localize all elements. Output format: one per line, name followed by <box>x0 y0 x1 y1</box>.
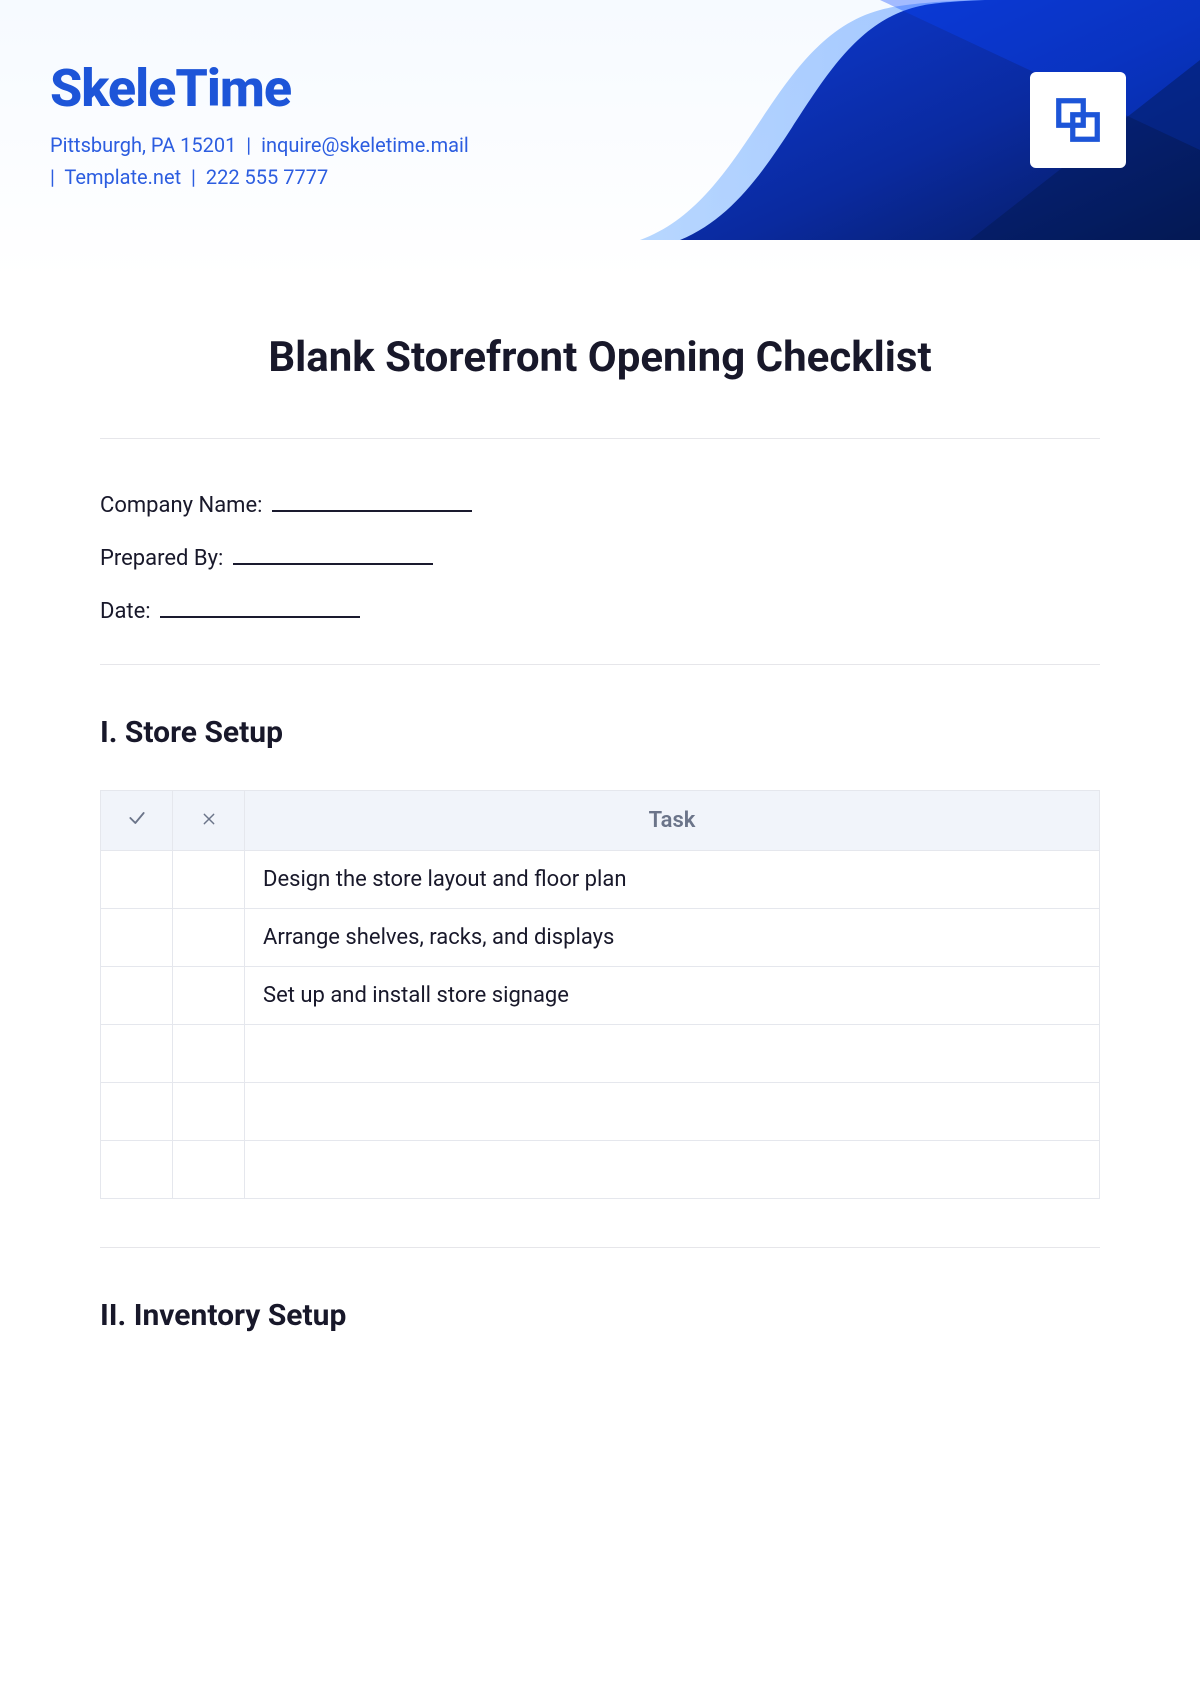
cross-icon <box>201 811 217 827</box>
table-row: Arrange shelves, racks, and displays <box>101 909 1100 967</box>
cross-cell[interactable] <box>173 1141 245 1199</box>
column-header-check <box>101 791 173 851</box>
prepared-by-input-line[interactable] <box>233 542 433 565</box>
cross-cell[interactable] <box>173 1025 245 1083</box>
brand-phone: 222 555 7777 <box>206 165 328 189</box>
divider <box>100 1247 1100 1248</box>
table-row <box>101 1025 1100 1083</box>
column-header-cross <box>173 791 245 851</box>
brand-address: Pittsburgh, PA 15201 <box>50 133 236 157</box>
table-header-row: Task <box>101 791 1100 851</box>
column-header-task: Task <box>245 791 1100 851</box>
check-cell[interactable] <box>101 1083 173 1141</box>
date-input-line[interactable] <box>160 595 360 618</box>
check-cell[interactable] <box>101 1025 173 1083</box>
table-row <box>101 1141 1100 1199</box>
brand-site: Template.net <box>64 165 181 189</box>
task-cell <box>245 1025 1100 1083</box>
table-row: Set up and install store signage <box>101 967 1100 1025</box>
field-date: Date: <box>100 595 1100 624</box>
document-title: Blank Storefront Opening Checklist <box>100 333 1100 382</box>
table-row: Design the store layout and floor plan <box>101 851 1100 909</box>
prepared-by-label: Prepared By: <box>100 546 223 571</box>
task-cell: Arrange shelves, racks, and displays <box>245 909 1100 967</box>
check-cell[interactable] <box>101 851 173 909</box>
cross-cell[interactable] <box>173 1083 245 1141</box>
brand-name: SkeleTime <box>50 60 1150 117</box>
divider <box>100 664 1100 665</box>
brand-logo-badge <box>1030 72 1126 168</box>
section-heading-inventory-setup: II. Inventory Setup <box>100 1298 1100 1333</box>
company-name-input-line[interactable] <box>272 489 472 512</box>
task-cell <box>245 1141 1100 1199</box>
form-fields: Company Name: Prepared By: Date: <box>100 489 1100 624</box>
brand-email: inquire@skeletime.mail <box>261 133 469 157</box>
brand-contact-line: Pittsburgh, PA 15201 | inquire@skeletime… <box>50 129 570 193</box>
check-cell[interactable] <box>101 967 173 1025</box>
divider <box>100 438 1100 439</box>
task-cell: Set up and install store signage <box>245 967 1100 1025</box>
cross-cell[interactable] <box>173 967 245 1025</box>
cross-cell[interactable] <box>173 851 245 909</box>
date-label: Date: <box>100 599 151 624</box>
company-name-label: Company Name: <box>100 493 262 518</box>
task-cell <box>245 1083 1100 1141</box>
field-prepared-by: Prepared By: <box>100 542 1100 571</box>
field-company-name: Company Name: <box>100 489 1100 518</box>
cross-cell[interactable] <box>173 909 245 967</box>
check-icon <box>127 808 147 828</box>
overlap-squares-icon <box>1050 92 1106 148</box>
check-cell[interactable] <box>101 909 173 967</box>
table-row <box>101 1083 1100 1141</box>
section-heading-store-setup: I. Store Setup <box>100 715 1100 750</box>
check-cell[interactable] <box>101 1141 173 1199</box>
task-cell: Design the store layout and floor plan <box>245 851 1100 909</box>
checklist-table-store-setup: Task Design the store layout and floor p… <box>100 790 1100 1199</box>
